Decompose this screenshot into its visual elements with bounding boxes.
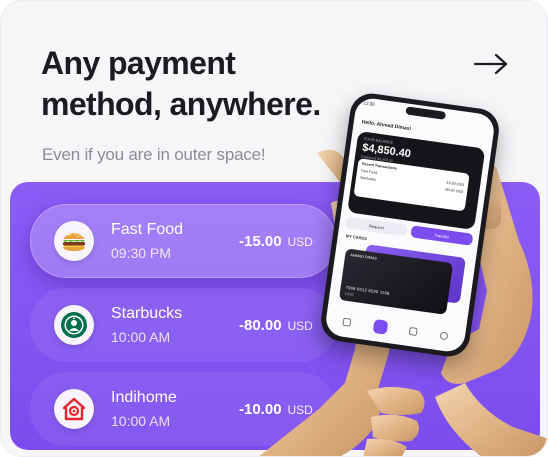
phone-tab-bar — [331, 311, 460, 347]
home-tab-icon[interactable] — [342, 317, 352, 327]
headline-line-1: Any payment — [41, 45, 236, 81]
transaction-name: Indihome — [111, 388, 177, 406]
transaction-name: Starbucks — [111, 304, 183, 322]
settings-tab-icon[interactable] — [439, 331, 449, 341]
phone-greeting: Hello, Ahmad Dimas! — [361, 119, 412, 133]
arrow-right-icon — [473, 53, 508, 75]
phone-screen: 12:30 Hello, Ahmad Dimas! YOUR BALANCE $… — [323, 96, 497, 354]
recent-name: Fast Food — [360, 168, 378, 175]
recent-amount: -80.00 USD — [444, 187, 464, 195]
subtitle: Even if you are in outer space! — [42, 145, 266, 164]
recent-name: Starbucks — [359, 175, 377, 182]
scan-tab-icon[interactable] — [372, 318, 389, 335]
stats-tab-icon[interactable] — [408, 327, 418, 337]
phone-notch — [405, 106, 447, 120]
indihome-logo-icon — [54, 389, 94, 429]
next-arrow-button[interactable] — [471, 49, 511, 79]
burger-icon — [54, 221, 94, 261]
promo-card: Any payment method, anywhere. Even if yo… — [0, 0, 548, 457]
transaction-name: Fast Food — [111, 220, 184, 238]
recent-amount: -15.00 USD — [445, 180, 465, 188]
transaction-time: 10:00 AM — [111, 328, 171, 345]
transaction-time: 09:30 PM — [111, 244, 171, 261]
transaction-time: 10:00 AM — [111, 412, 171, 429]
card-expiry: 12/26 — [344, 291, 354, 297]
starbucks-logo-icon — [54, 305, 94, 345]
my-cards-label: MY CARDS — [345, 233, 368, 242]
phone-status-time: 12:30 — [363, 100, 376, 107]
